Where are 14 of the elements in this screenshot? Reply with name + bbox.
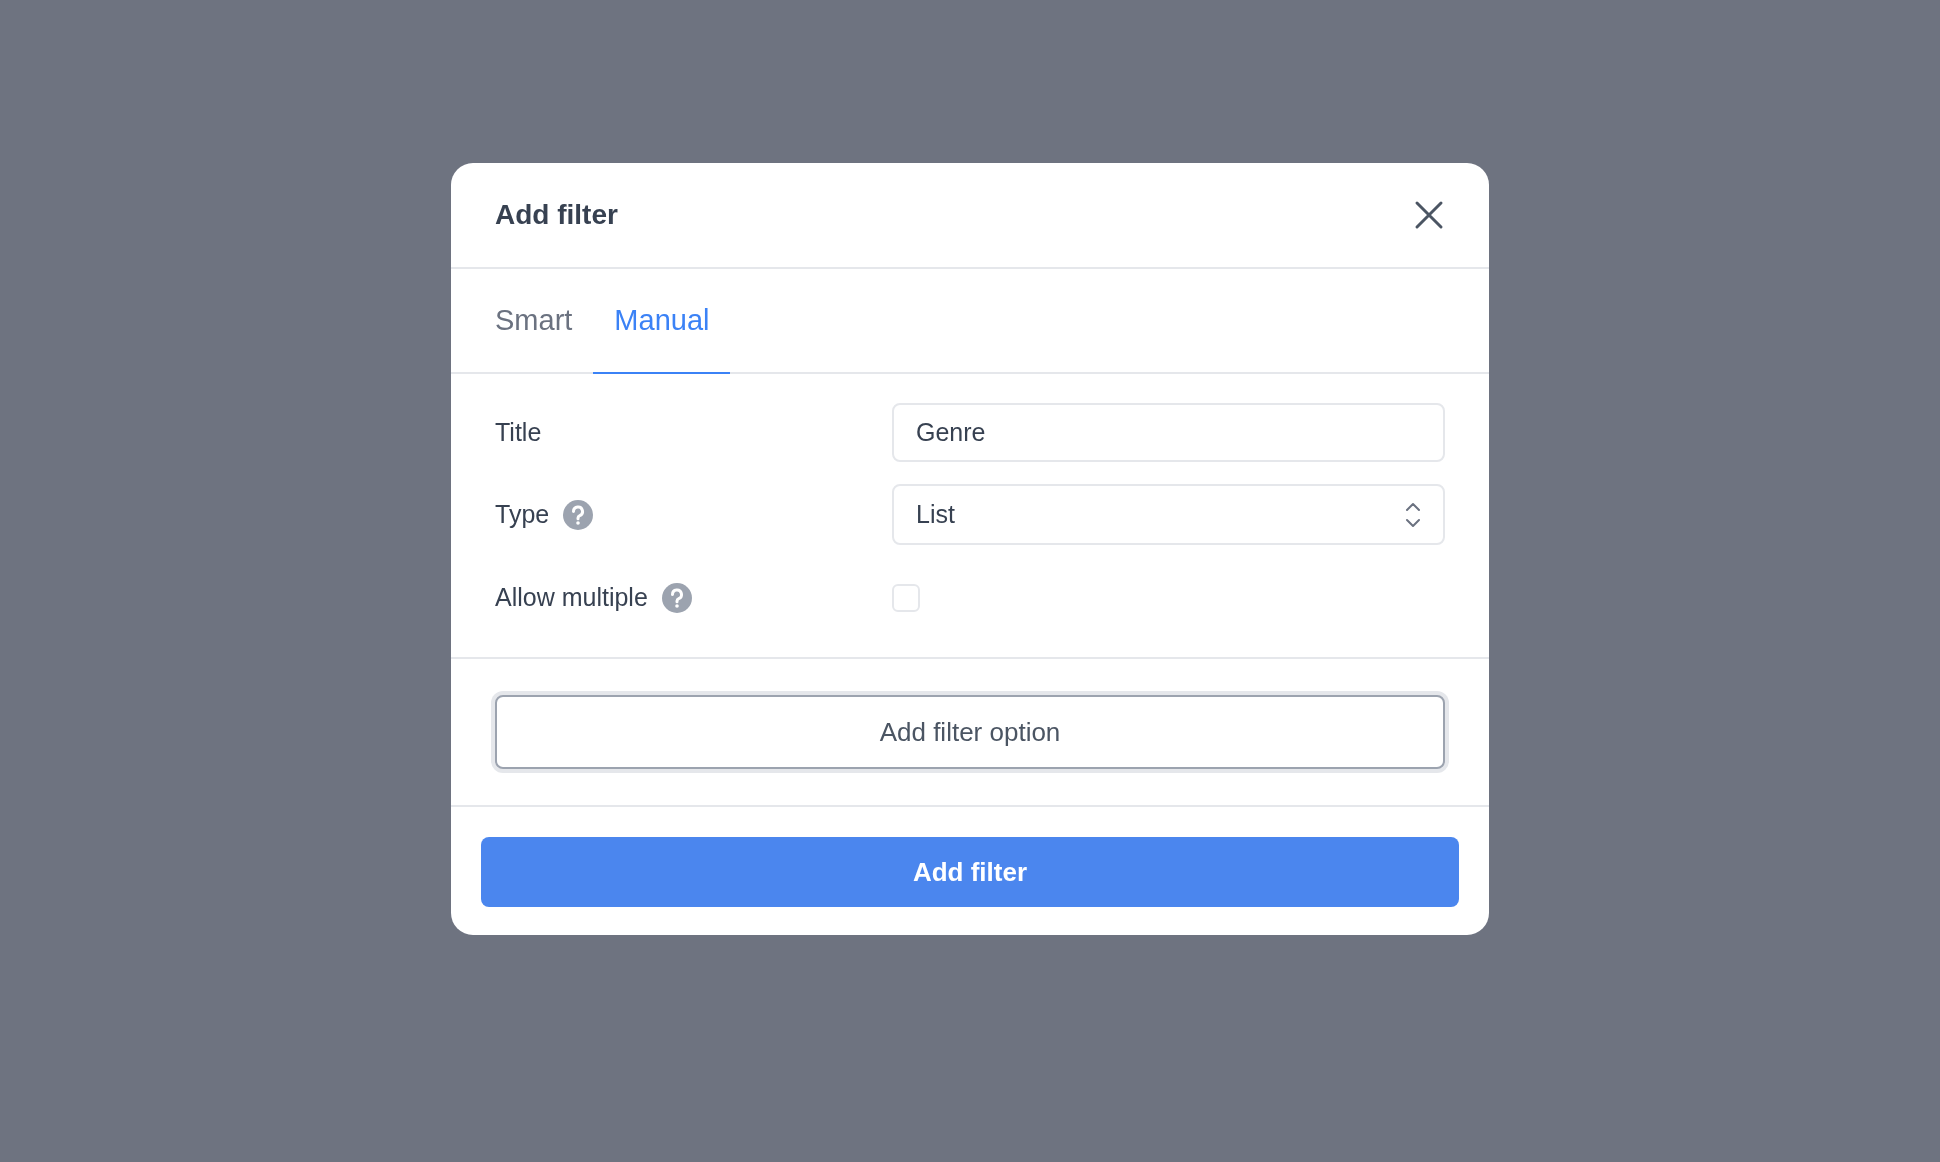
title-field[interactable]: Genre	[892, 403, 1445, 462]
help-icon[interactable]	[661, 582, 692, 613]
field-label: Allow multiple	[495, 581, 648, 613]
field-label: Title	[495, 416, 542, 448]
dialog-title: Add filter	[495, 198, 618, 232]
tab[interactable]: Manual	[593, 269, 731, 374]
add-filter-button[interactable]: Add filter	[481, 837, 1459, 907]
chevron-up-down-icon	[1405, 500, 1421, 529]
allow-multiple-checkbox[interactable]	[892, 583, 920, 612]
tab[interactable]: Smart	[474, 269, 594, 374]
type-select[interactable]: List	[892, 484, 1445, 545]
help-icon[interactable]	[563, 499, 594, 530]
close-button[interactable]	[1413, 199, 1445, 231]
field-label: Type	[495, 498, 550, 530]
